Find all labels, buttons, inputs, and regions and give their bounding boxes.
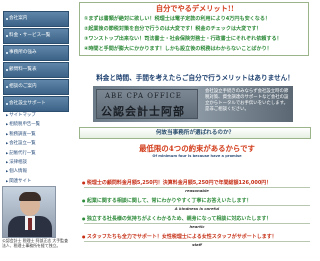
merits-title: 自分でやるデメリット!! — [155, 4, 235, 13]
link-sitemap[interactable]: サイトマップ — [6, 111, 70, 120]
promise-label: A kindness is careful — [174, 206, 220, 211]
merits-panel: 自分でやるデメリット!! ①まずは書類が絶対に欲しい！税理士は電子定款の利用によ… — [79, 2, 309, 56]
sidebar-link-list: サイトマップ 相続税申告一覧 税務調査一覧 会社設立一覧 記帳代行一覧 法律相談… — [6, 111, 70, 186]
promises-title: 最低限の4つの約束があるからです — [139, 144, 255, 153]
promise-label: reasonable — [185, 188, 209, 193]
accountant-photo — [2, 186, 56, 238]
link-inheritance-tax[interactable]: 相続税申告一覧 — [6, 120, 70, 129]
promises-panel: 最低限の4つの約束があるからです Of minimum four is beca… — [79, 141, 315, 261]
nav-company-info[interactable]: 会社案内 — [3, 11, 69, 27]
link-legal[interactable]: 法律相談 — [6, 158, 70, 167]
link-bookkeeping[interactable]: 記帳代行一覧 — [6, 149, 70, 158]
profile-bio: 公認会計士 税理士 阿部正志 大手監査法人、税理士事務所を経て独立。 — [2, 238, 68, 248]
reason-heading-tab: 何故当事務所が選ばれるのか？ — [79, 127, 311, 139]
main-content: 自分でやるデメリット!! ①まずは書類が絶対に欲しい！税理士は電子定款の利用によ… — [79, 0, 320, 261]
office-sign-english: ABE CPA OFFICE — [105, 92, 182, 100]
promise-label: staff — [192, 242, 202, 247]
nav-advisory-fees[interactable]: 顧問料一覧表 — [3, 62, 69, 78]
promise-row: 独立する社長様の気持ちがよくわかるため、親身になって相談に対応いたします！ — [82, 215, 272, 222]
office-sign-image: ABE CPA OFFICE 公認会計士阿部 — [96, 89, 198, 119]
promise-label: heartic — [189, 224, 205, 229]
merits-summary: 料金と時間、手間を考えたらご自分で行うメリットはありません！ — [96, 74, 294, 82]
promise-row: スタッフたちも全力でサポート！女性税理士による女性スタッフがサポートします！ — [82, 233, 277, 240]
link-tax-audit[interactable]: 税務調査一覧 — [6, 130, 70, 139]
nav-company-setup[interactable]: 会社設立サポート — [3, 96, 69, 112]
sidebar: 会社案内 料金・サービス一覧 事務所の強み 顧問料一覧表 相談のご案内 会社設立… — [0, 0, 72, 261]
nav-strengths[interactable]: 事務所の強み — [3, 45, 69, 61]
link-privacy[interactable]: 個人情報 — [6, 167, 70, 176]
link-related-sites[interactable]: 関連サイト — [6, 177, 70, 186]
merit-item: ①まずは書類が絶対に欲しい！税理士は電子定款の利用により4万円も安くなる！ — [84, 16, 271, 22]
merit-item: ②起業後の節税対策を自分で行うのは大変です！税金のチェックは大変です！ — [84, 26, 262, 32]
office-sign-japanese: 公認会計士阿部 — [101, 105, 185, 118]
merit-item: ③ワンストップ出来ない！司法書士・社会保険労務士・行政書士にそれぞれ依頼する！ — [84, 36, 282, 42]
nav-consultation[interactable]: 相談のご案内 — [3, 79, 69, 95]
promises-subtitle: Of minimum four is because have a promis… — [152, 154, 242, 158]
banner-description: 会社設立手続きのみならず会社設立時の節税対策、資金調達のサポートなど会社の設立か… — [205, 89, 289, 113]
link-company-formation[interactable]: 会社設立一覧 — [6, 139, 70, 148]
office-banner: ABE CPA OFFICE 公認会計士阿部 会社設立手続きのみならず会社設立時… — [93, 86, 293, 122]
promise-row: 税理士の顧問料金月額5,250円！決算料金月額5,250円で年間総額126,00… — [82, 179, 271, 186]
promise-row: 起業に関する相談に関して、常にわかりやすく丁寧にお答えいたします！ — [82, 197, 252, 204]
merit-item: ④時間と手間が膨大にかかります！しかも設立後の税務はわからないことばかり！ — [84, 46, 272, 52]
nav-fees-services[interactable]: 料金・サービス一覧 — [3, 28, 69, 44]
